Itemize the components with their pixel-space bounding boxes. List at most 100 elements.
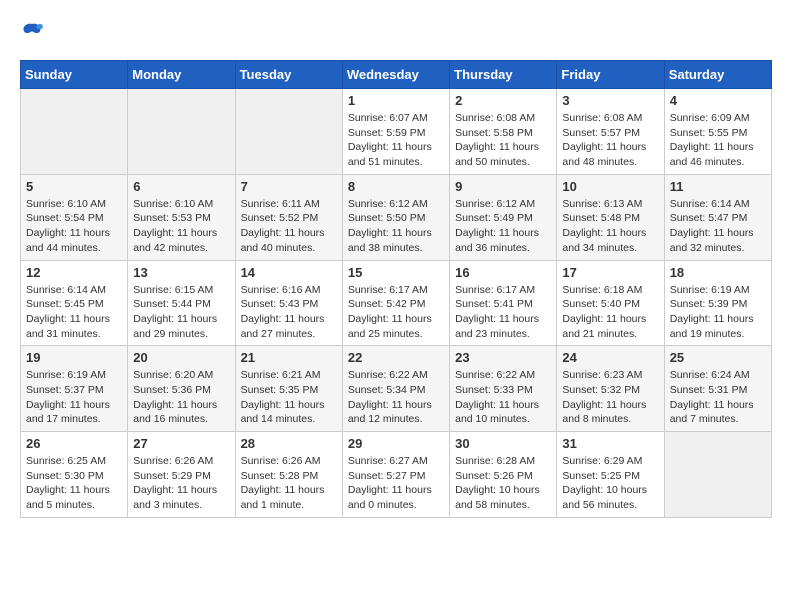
day-info: Sunrise: 6:26 AM Sunset: 5:29 PM Dayligh…	[133, 454, 229, 513]
calendar-cell: 22 Sunrise: 6:22 AM Sunset: 5:34 PM Dayli…	[342, 346, 449, 432]
day-number: 31	[562, 436, 658, 451]
calendar-cell: 11 Sunrise: 6:14 AM Sunset: 5:47 PM Dayli…	[664, 174, 771, 260]
calendar-cell: 24Sunrise: 6:23 AM Sunset: 5:32 PM Dayli…	[557, 346, 664, 432]
day-info: Sunrise: 6:27 AM Sunset: 5:27 PM Dayligh…	[348, 454, 444, 513]
calendar-cell: 14 Sunrise: 6:16 AM Sunset: 5:43 PM Dayli…	[235, 260, 342, 346]
weekday-header-monday: Monday	[128, 61, 235, 89]
calendar-cell: 15 Sunrise: 6:17 AM Sunset: 5:42 PM Dayli…	[342, 260, 449, 346]
calendar-cell: 8 Sunrise: 6:12 AM Sunset: 5:50 PM Daylig…	[342, 174, 449, 260]
day-info: Sunrise: 6:10 AM Sunset: 5:54 PM Dayligh…	[26, 197, 122, 256]
calendar-cell: 6 Sunrise: 6:10 AM Sunset: 5:53 PM Daylig…	[128, 174, 235, 260]
day-info: Sunrise: 6:28 AM Sunset: 5:26 PM Dayligh…	[455, 454, 551, 513]
day-info: Sunrise: 6:18 AM Sunset: 5:40 PM Dayligh…	[562, 283, 658, 342]
day-info: Sunrise: 6:08 AM Sunset: 5:57 PM Dayligh…	[562, 111, 658, 170]
weekday-header-thursday: Thursday	[450, 61, 557, 89]
weekday-header-wednesday: Wednesday	[342, 61, 449, 89]
day-info: Sunrise: 6:19 AM Sunset: 5:37 PM Dayligh…	[26, 368, 122, 427]
day-number: 10	[562, 179, 658, 194]
day-number: 11	[670, 179, 766, 194]
calendar-cell: 9 Sunrise: 6:12 AM Sunset: 5:49 PM Daylig…	[450, 174, 557, 260]
day-info: Sunrise: 6:13 AM Sunset: 5:48 PM Dayligh…	[562, 197, 658, 256]
day-number: 17	[562, 265, 658, 280]
day-info: Sunrise: 6:12 AM Sunset: 5:49 PM Dayligh…	[455, 197, 551, 256]
day-info: Sunrise: 6:10 AM Sunset: 5:53 PM Dayligh…	[133, 197, 229, 256]
day-number: 29	[348, 436, 444, 451]
day-number: 15	[348, 265, 444, 280]
day-info: Sunrise: 6:14 AM Sunset: 5:45 PM Dayligh…	[26, 283, 122, 342]
day-number: 30	[455, 436, 551, 451]
calendar-cell: 3Sunrise: 6:08 AM Sunset: 5:57 PM Daylig…	[557, 89, 664, 175]
calendar-cell: 17 Sunrise: 6:18 AM Sunset: 5:40 PM Dayli…	[557, 260, 664, 346]
day-info: Sunrise: 6:22 AM Sunset: 5:33 PM Dayligh…	[455, 368, 551, 427]
calendar-header-row: SundayMondayTuesdayWednesdayThursdayFrid…	[21, 61, 772, 89]
logo	[20, 20, 48, 44]
day-info: Sunrise: 6:15 AM Sunset: 5:44 PM Dayligh…	[133, 283, 229, 342]
day-info: Sunrise: 6:17 AM Sunset: 5:42 PM Dayligh…	[348, 283, 444, 342]
calendar-cell	[664, 432, 771, 518]
calendar-week-row: 19Sunrise: 6:19 AM Sunset: 5:37 PM Dayli…	[21, 346, 772, 432]
calendar-cell: 19Sunrise: 6:19 AM Sunset: 5:37 PM Dayli…	[21, 346, 128, 432]
day-number: 26	[26, 436, 122, 451]
calendar-cell: 12 Sunrise: 6:14 AM Sunset: 5:45 PM Dayli…	[21, 260, 128, 346]
day-info: Sunrise: 6:25 AM Sunset: 5:30 PM Dayligh…	[26, 454, 122, 513]
day-info: Sunrise: 6:12 AM Sunset: 5:50 PM Dayligh…	[348, 197, 444, 256]
calendar-cell: 4Sunrise: 6:09 AM Sunset: 5:55 PM Daylig…	[664, 89, 771, 175]
weekday-header-sunday: Sunday	[21, 61, 128, 89]
day-number: 18	[670, 265, 766, 280]
day-info: Sunrise: 6:29 AM Sunset: 5:25 PM Dayligh…	[562, 454, 658, 513]
day-number: 5	[26, 179, 122, 194]
calendar-cell: 23Sunrise: 6:22 AM Sunset: 5:33 PM Dayli…	[450, 346, 557, 432]
calendar-week-row: 5 Sunrise: 6:10 AM Sunset: 5:54 PM Daylig…	[21, 174, 772, 260]
day-info: Sunrise: 6:17 AM Sunset: 5:41 PM Dayligh…	[455, 283, 551, 342]
calendar-week-row: 26 Sunrise: 6:25 AM Sunset: 5:30 PM Dayli…	[21, 432, 772, 518]
weekday-header-saturday: Saturday	[664, 61, 771, 89]
calendar-cell: 18 Sunrise: 6:19 AM Sunset: 5:39 PM Dayli…	[664, 260, 771, 346]
day-info: Sunrise: 6:16 AM Sunset: 5:43 PM Dayligh…	[241, 283, 337, 342]
page-header	[20, 20, 772, 44]
day-info: Sunrise: 6:19 AM Sunset: 5:39 PM Dayligh…	[670, 283, 766, 342]
calendar-table: SundayMondayTuesdayWednesdayThursdayFrid…	[20, 60, 772, 518]
day-info: Sunrise: 6:20 AM Sunset: 5:36 PM Dayligh…	[133, 368, 229, 427]
calendar-cell: 13 Sunrise: 6:15 AM Sunset: 5:44 PM Dayli…	[128, 260, 235, 346]
calendar-cell: 29 Sunrise: 6:27 AM Sunset: 5:27 PM Dayli…	[342, 432, 449, 518]
day-number: 7	[241, 179, 337, 194]
day-number: 1	[348, 93, 444, 108]
calendar-cell: 7 Sunrise: 6:11 AM Sunset: 5:52 PM Daylig…	[235, 174, 342, 260]
day-number: 28	[241, 436, 337, 451]
day-info: Sunrise: 6:24 AM Sunset: 5:31 PM Dayligh…	[670, 368, 766, 427]
day-info: Sunrise: 6:26 AM Sunset: 5:28 PM Dayligh…	[241, 454, 337, 513]
day-number: 14	[241, 265, 337, 280]
day-number: 2	[455, 93, 551, 108]
day-number: 9	[455, 179, 551, 194]
day-info: Sunrise: 6:22 AM Sunset: 5:34 PM Dayligh…	[348, 368, 444, 427]
logo-bird-icon	[20, 20, 44, 44]
day-number: 25	[670, 350, 766, 365]
day-number: 8	[348, 179, 444, 194]
day-number: 12	[26, 265, 122, 280]
day-number: 16	[455, 265, 551, 280]
day-info: Sunrise: 6:23 AM Sunset: 5:32 PM Dayligh…	[562, 368, 658, 427]
calendar-cell: 2 Sunrise: 6:08 AM Sunset: 5:58 PM Daylig…	[450, 89, 557, 175]
calendar-cell: 16 Sunrise: 6:17 AM Sunset: 5:41 PM Dayli…	[450, 260, 557, 346]
day-number: 13	[133, 265, 229, 280]
day-info: Sunrise: 6:08 AM Sunset: 5:58 PM Dayligh…	[455, 111, 551, 170]
calendar-cell	[128, 89, 235, 175]
day-number: 4	[670, 93, 766, 108]
calendar-cell: 31 Sunrise: 6:29 AM Sunset: 5:25 PM Dayli…	[557, 432, 664, 518]
day-number: 21	[241, 350, 337, 365]
day-info: Sunrise: 6:21 AM Sunset: 5:35 PM Dayligh…	[241, 368, 337, 427]
day-number: 22	[348, 350, 444, 365]
weekday-header-tuesday: Tuesday	[235, 61, 342, 89]
weekday-header-friday: Friday	[557, 61, 664, 89]
day-info: Sunrise: 6:07 AM Sunset: 5:59 PM Dayligh…	[348, 111, 444, 170]
day-number: 6	[133, 179, 229, 194]
day-info: Sunrise: 6:14 AM Sunset: 5:47 PM Dayligh…	[670, 197, 766, 256]
calendar-cell: 21 Sunrise: 6:21 AM Sunset: 5:35 PM Dayli…	[235, 346, 342, 432]
calendar-cell: 28 Sunrise: 6:26 AM Sunset: 5:28 PM Dayli…	[235, 432, 342, 518]
calendar-cell: 1 Sunrise: 6:07 AM Sunset: 5:59 PM Daylig…	[342, 89, 449, 175]
calendar-week-row: 1 Sunrise: 6:07 AM Sunset: 5:59 PM Daylig…	[21, 89, 772, 175]
day-info: Sunrise: 6:11 AM Sunset: 5:52 PM Dayligh…	[241, 197, 337, 256]
calendar-cell	[21, 89, 128, 175]
day-number: 27	[133, 436, 229, 451]
calendar-cell: 25 Sunrise: 6:24 AM Sunset: 5:31 PM Dayli…	[664, 346, 771, 432]
